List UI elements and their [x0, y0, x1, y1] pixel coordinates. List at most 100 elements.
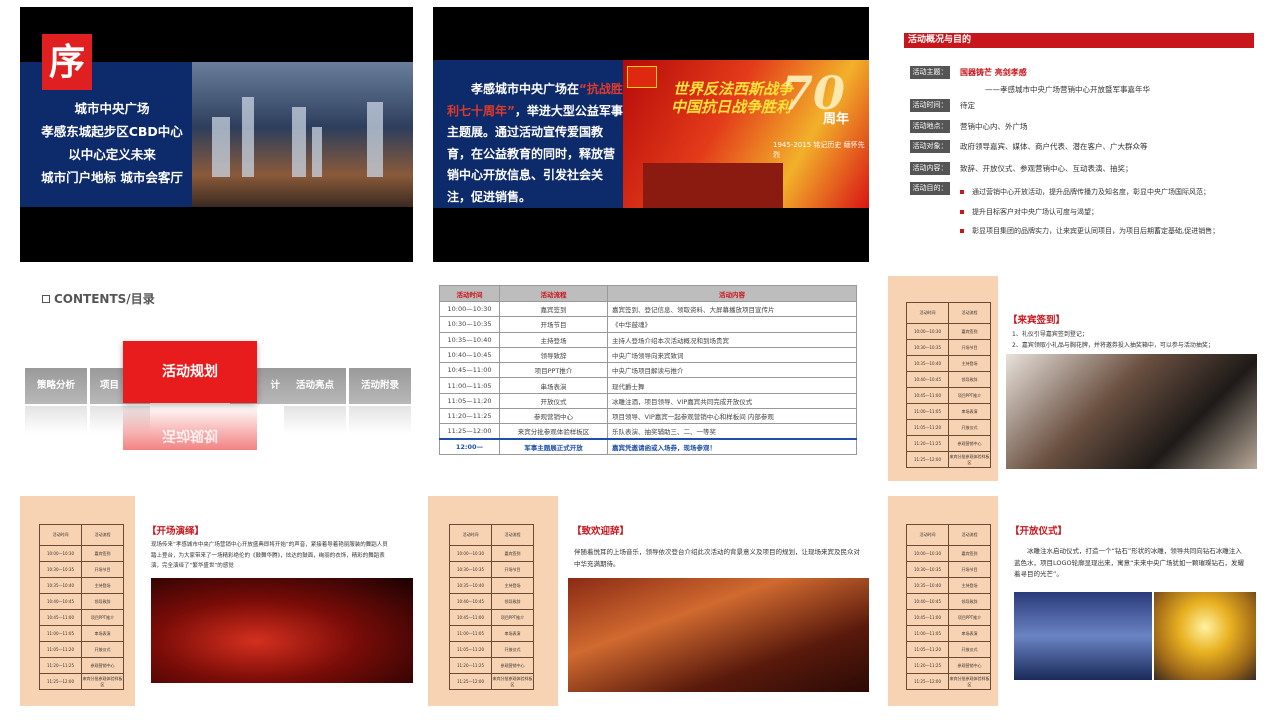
mini-row: 11:20—11:25 参观营销中心: [39, 657, 124, 674]
mini-row: 10:35—10:40 主持登场: [39, 577, 124, 594]
mini-cell: 领导致辞: [491, 593, 534, 610]
mini-cell: 来宾分批参观体验样板区: [948, 451, 991, 468]
mini-cell: 11:00—11:05: [39, 625, 82, 642]
schedule-cell: 现代爵士舞: [607, 377, 857, 394]
contents-tab: 活动亮点: [284, 368, 346, 404]
mini-cell: 嘉宾签到: [948, 323, 991, 340]
slide-thumbnail-overview[interactable]: 活动概况与目的 活动主题： 国器铸芒 亮剑孝感 ——孝感城市中央广场营销中心开放暨…: [890, 27, 1260, 247]
slide-thumbnail-checkin[interactable]: 活动时间 活动流程 10:00—10:30 嘉宾签到 10:30—10:35 开场节目 10…: [888, 276, 1260, 481]
mini-cell: 10:40—10:45: [39, 593, 82, 610]
mini-cell: 主持登场: [948, 577, 991, 594]
mini-cell: 10:35—10:40: [906, 355, 949, 372]
slide-thumbnail-opening-show[interactable]: 活动时间 活动流程 10:00—10:30 嘉宾签到 10:30—10:35 开场节目 10…: [20, 496, 413, 706]
contents-tab: 活动附录: [349, 368, 411, 404]
mini-cell: 开放仪式: [948, 641, 991, 658]
mini-cell: 10:45—11:00: [906, 387, 949, 404]
schedule-cell: 10:40—10:45: [439, 346, 500, 364]
schedule-cell: 中央广场项目解读与推介: [607, 362, 857, 379]
poster-suffix: 周年: [823, 112, 850, 127]
preface-line: 城市中央广场: [74, 101, 150, 116]
intro-text-a: 孝感城市中央广场在: [471, 82, 580, 96]
slide-thumbnail-preface[interactable]: 序 城市中央广场 孝感东城起步区CBD中心 以中心定义未来 城市门户地标 城市会…: [20, 7, 413, 262]
schedule-row: 11:25—12:00 来宾分批参观体验样板区 乐队表演、抽奖辅助三、二、一等奖: [439, 423, 857, 440]
mini-cell: 嘉宾签到: [491, 545, 534, 562]
fireworks-photo: [1154, 592, 1256, 680]
schedule-cell: 10:35—10:40: [439, 331, 500, 348]
mini-row: 11:20—11:25 参观营销中心: [449, 657, 534, 674]
mini-cell: 来宾分批参观体验样板区: [948, 673, 991, 690]
preface-badge: 序: [42, 34, 92, 90]
mini-cell: 来宾分批参观体验样板区: [491, 673, 534, 690]
info-row: 活动目的：: [910, 182, 960, 195]
mini-schedule: 活动时间 活动流程 10:00—10:30 嘉宾签到 10:30—10:35 开场节目 10…: [906, 524, 991, 690]
mini-row: 11:20—11:25 参观营销中心: [906, 657, 991, 674]
mini-cell: 主持登场: [491, 577, 534, 594]
slide-thumbnail-contents[interactable]: CONTENTS/目录 策略分析 项目 计 活动亮点 活动附录 活动规划 活动规…: [20, 278, 413, 478]
square-icon: [42, 295, 50, 303]
mini-row: 11:25—12:00 来宾分批参观体验样板区: [39, 673, 124, 690]
mini-cell: 11:25—12:00: [449, 673, 492, 690]
mini-header: 活动时间: [906, 524, 949, 546]
schedule-cell: 嘉宾签到、登记信息、领取资料、大屏幕播放项目宣传片: [607, 300, 857, 318]
contents-title-text: CONTENTS/目录: [54, 292, 155, 306]
mini-cell: 项目PPT推介: [948, 387, 991, 404]
slide-thumbnail-schedule[interactable]: 活动时间 活动流程 活动内容 10:00—10:30 嘉宾签到 嘉宾签到、登记信息、…: [433, 278, 869, 478]
schedule-row-final: 12:00— 军事主题展正式开放 嘉宾凭邀请函或入场券，现场参观！: [439, 438, 857, 455]
schedule-cell: 嘉宾凭邀请函或入场券，现场参观！: [607, 438, 857, 455]
mini-cell: 参观营销中心: [948, 435, 991, 452]
mini-cell: 开场节目: [948, 339, 991, 356]
schedule-row: 10:40—10:45 领导致辞 中央广场领导向来宾致词: [439, 346, 857, 364]
mini-row: 10:00—10:30 嘉宾签到: [449, 545, 534, 562]
info-row: 活动对象： 政府领导嘉宾、媒体、商户代表、潜在客户、广大群众等: [910, 140, 1148, 153]
section-body: 现场传来“孝感城市中央广场营销中心开放盛典即将开始”的声音，紧接着导着艳丽服装的…: [151, 542, 388, 569]
mini-cell: 开放仪式: [491, 641, 534, 658]
contents-title: CONTENTS/目录: [42, 290, 155, 307]
info-row: 活动时间： 待定: [910, 99, 975, 112]
section-body: 冰雕注水启动仪式，打造一个“钻石”形状的冰雕，领导共同向钻石冰雕注入蓝色水，项目…: [1014, 547, 1245, 578]
slide-thumbnail-intro[interactable]: 孝感城市中央广场在“抗战胜利七十周年”，举进大型公益军事主题展。通过活动宣传爱国…: [433, 7, 869, 262]
mini-row: 11:05—11:20 开放仪式: [39, 641, 124, 658]
mini-cell: 11:05—11:20: [39, 641, 82, 658]
mini-cell: 参观营销中心: [491, 657, 534, 674]
intro-text-b: ，举进大型公益军事主题展。通过活动宣传爱国教育，在公益教育的同时，释放营销中心开…: [447, 103, 623, 204]
slide-thumbnail-ceremony[interactable]: 活动时间 活动流程 10:00—10:30 嘉宾签到 10:30—10:35 开场节目 10…: [888, 496, 1260, 706]
mini-cell: 10:40—10:45: [449, 593, 492, 610]
mini-row: 10:35—10:40 主持登场: [449, 577, 534, 594]
mini-header: 活动流程: [81, 524, 124, 546]
schedule-row: 11:20—11:25 参观营销中心 项目领导、VIP嘉宾一起参观营销中心和样板间 …: [439, 408, 857, 425]
mini-row: 10:40—10:45 领导致辞: [39, 593, 124, 610]
mini-cell: 10:00—10:30: [906, 323, 949, 340]
goal-bullet: 提升目标客户对中央广场认可度与渴望；: [960, 207, 1098, 217]
preface-text: 城市中央广场 孝感东城起步区CBD中心 以中心定义未来 城市门户地标 城市会客厅: [32, 97, 192, 189]
mini-row: 10:45—11:00 项目PPT推介: [906, 387, 991, 404]
info-row: 活动内容： 致辞、开放仪式、参观营销中心、互动表演、抽奖；: [910, 162, 1133, 175]
mini-cell: 开放仪式: [81, 641, 124, 658]
info-label: 活动对象：: [910, 140, 950, 153]
mini-cell: 开场节目: [948, 561, 991, 578]
info-label: 活动目的：: [910, 182, 950, 195]
goal-text: 彰显项目集团的品牌实力，让来宾更认同项目，为项目后期蓄定基础,促进销售；: [972, 227, 1220, 235]
mini-schedule: 活动时间 活动流程 10:00—10:30 嘉宾签到 10:30—10:35 开场节目 10…: [449, 524, 534, 690]
mini-cell: 11:00—11:05: [906, 403, 949, 420]
mini-cell: 开场节目: [81, 561, 124, 578]
schedule-header: 活动内容: [607, 285, 857, 302]
mini-cell: 领导致辞: [948, 593, 991, 610]
slide-thumbnail-welcome-speech[interactable]: 活动时间 活动流程 10:00—10:30 嘉宾签到 10:30—10:35 开场节目 10…: [428, 496, 869, 706]
mini-row: 11:20—11:25 参观营销中心: [906, 435, 991, 452]
mini-cell: 10:00—10:30: [449, 545, 492, 562]
schedule-cell: 11:00—11:05: [439, 377, 500, 394]
schedule-sidebar: 活动时间 活动流程 10:00—10:30 嘉宾签到 10:30—10:35 开场节目 10…: [428, 496, 558, 706]
mini-cell: 10:00—10:30: [39, 545, 82, 562]
mini-cell: 10:30—10:35: [39, 561, 82, 578]
drum-show-photo: [151, 578, 413, 683]
mini-row: 10:40—10:45 领导致辞: [449, 593, 534, 610]
mini-cell: 串场表演: [948, 625, 991, 642]
info-label: 活动时间：: [910, 99, 950, 112]
mini-cell: 项目PPT推介: [948, 609, 991, 626]
schedule-row: 10:35—10:40 主持登场 主持人登场介绍本次活动概况和到场贵宾: [439, 331, 857, 348]
mini-row: 10:40—10:45 领导致辞: [906, 593, 991, 610]
section-title: 【开场演绎】: [147, 526, 205, 537]
mini-header: 活动流程: [491, 524, 534, 546]
section-title: 【致欢迎辞】: [572, 526, 630, 537]
schedule-cell: 11:25—12:00: [439, 423, 500, 440]
